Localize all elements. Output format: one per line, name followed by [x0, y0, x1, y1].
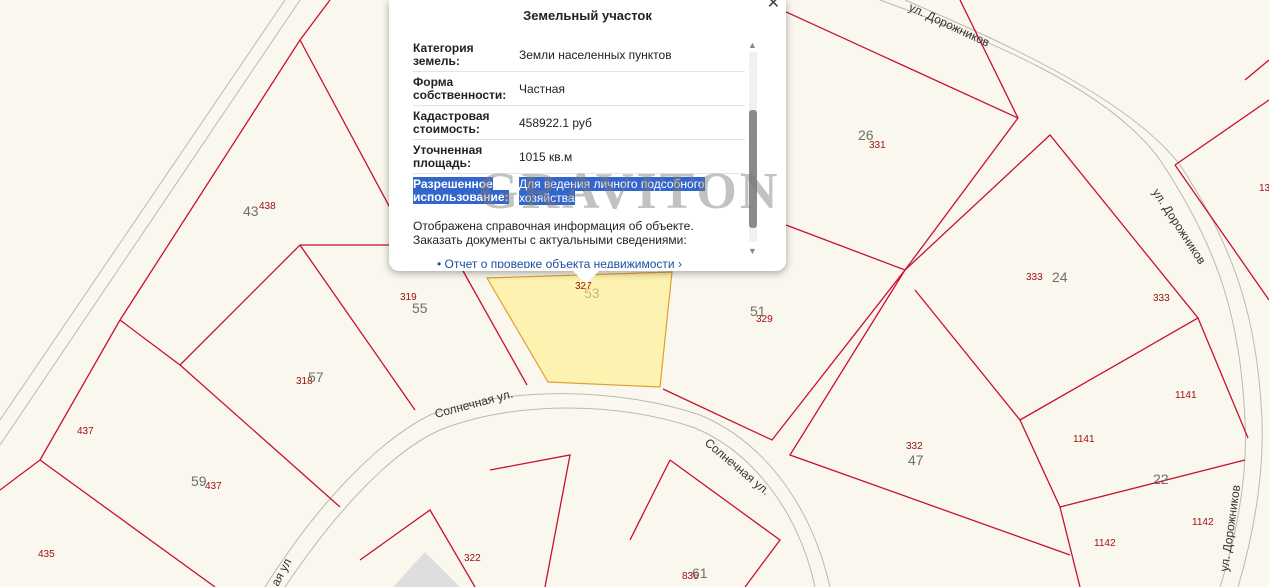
boundary-20	[489, 454, 571, 587]
parcel-info-table: Категория земель: Земли населенных пункт…	[413, 38, 745, 207]
info-key: Разрешенное использование:	[413, 176, 509, 204]
popup-pointer	[572, 270, 600, 284]
info-key: Категория земель:	[413, 38, 519, 72]
house-number: 57	[308, 369, 324, 385]
parcel-number: 438	[259, 201, 276, 212]
boundary-2	[119, 0, 331, 321]
info-row: Кадастровая стоимость: 458922.1 руб	[413, 105, 745, 140]
boundary-13	[789, 269, 1071, 556]
house-number: 22	[1153, 471, 1169, 487]
info-value: Частная	[519, 71, 745, 106]
street-label-dorozhnikov-top: ул. Дорожников	[907, 0, 992, 50]
boundary-4	[119, 244, 410, 366]
house-number: 47	[908, 452, 924, 468]
scroll-down-icon[interactable]: ▼	[748, 246, 757, 256]
building	[393, 552, 460, 587]
parcel-number: 1141	[1175, 390, 1197, 401]
boundary-7	[39, 459, 216, 587]
road-dorozhnikov-b	[904, 0, 1263, 587]
parcel-number: 437	[77, 426, 94, 437]
note-line: Заказать документы с актуальными сведени…	[413, 233, 687, 247]
road-solnechnaya-a	[264, 393, 831, 587]
road-dorozhnikov-a	[879, 0, 1246, 587]
house-number: 59	[191, 473, 207, 489]
info-row-selected: Разрешенное использование: Для ведения л…	[413, 174, 745, 208]
report-link[interactable]: Отчет о проверке объекта недвижимости ›	[445, 257, 745, 268]
info-key: Кадастровая стоимость:	[413, 105, 519, 140]
info-row: Уточненная площадь: 1015 кв.м	[413, 139, 745, 174]
parcel-number: 333	[1026, 272, 1043, 283]
house-number: 26	[858, 127, 874, 143]
street-label-dorozhnikov-mid: ул. Дорожников	[1149, 186, 1208, 267]
house-number: 55	[412, 300, 428, 316]
parcel-number: 322	[464, 553, 481, 564]
popup-note: Отображена справочная информация об объе…	[413, 219, 745, 247]
info-row: Категория земель: Земли населенных пункт…	[413, 38, 745, 72]
parcel-number: 332	[906, 441, 923, 452]
report-link-text[interactable]: Отчет о проверке объекта недвижимости	[445, 257, 675, 268]
house-number: 51	[750, 303, 766, 319]
info-value: 458922.1 руб	[519, 105, 745, 140]
street-label-solnechnaya-left: Солнечная ул.	[433, 387, 514, 421]
boundary-17	[1059, 506, 1081, 587]
parcel-number: 1142	[1192, 517, 1214, 528]
house-number: 43	[243, 203, 259, 219]
parcel-number: 435	[38, 549, 55, 560]
info-value: Для ведения личного подсобного хозяйства	[519, 176, 705, 205]
boundary-22	[629, 459, 671, 541]
parcel-number: 1141	[1073, 434, 1095, 445]
road-upper-left-b	[0, 0, 301, 446]
parcel-number: 1142	[1094, 538, 1116, 549]
boundary-16	[1197, 317, 1249, 439]
parcel-info-popup: ✕ Земельный участок Категория земель: Зе…	[389, 0, 786, 271]
parcel-number: 333	[1153, 293, 1170, 304]
boundary-8	[0, 459, 41, 491]
popup-scrollbar-thumb[interactable]	[749, 110, 757, 228]
info-value: 1015 кв.м	[519, 139, 745, 174]
scroll-up-icon[interactable]: ▲	[748, 40, 757, 50]
boundary-18	[1174, 99, 1269, 166]
parcel-number: 138	[1259, 183, 1269, 194]
chevron-right-icon: ›	[677, 257, 682, 268]
popup-title: Земельный участок	[523, 8, 652, 23]
parcel-number: 437	[205, 481, 222, 492]
info-row: Форма собственности: Частная	[413, 71, 745, 106]
house-number: 61	[692, 565, 708, 581]
street-label-partial-bottom: ая ул	[268, 556, 294, 587]
house-number: 53	[584, 285, 600, 301]
info-key: Форма собственности:	[413, 71, 519, 106]
info-value: Земли населенных пунктов	[519, 38, 745, 72]
boundary-24	[1244, 59, 1269, 81]
street-label-solnechnaya-right: Солнечная ул.	[702, 436, 773, 498]
house-number: 24	[1052, 269, 1068, 285]
street-label-dorozhnikov-bottom: ул. Дорожников	[1217, 484, 1243, 572]
boundary-12	[759, 0, 1019, 119]
note-line: Отображена справочная информация об объе…	[413, 219, 694, 233]
info-key: Уточненная площадь:	[413, 139, 519, 174]
popup-body[interactable]: Категория земель: Земли населенных пункт…	[413, 38, 745, 268]
boundary-3	[39, 319, 121, 461]
